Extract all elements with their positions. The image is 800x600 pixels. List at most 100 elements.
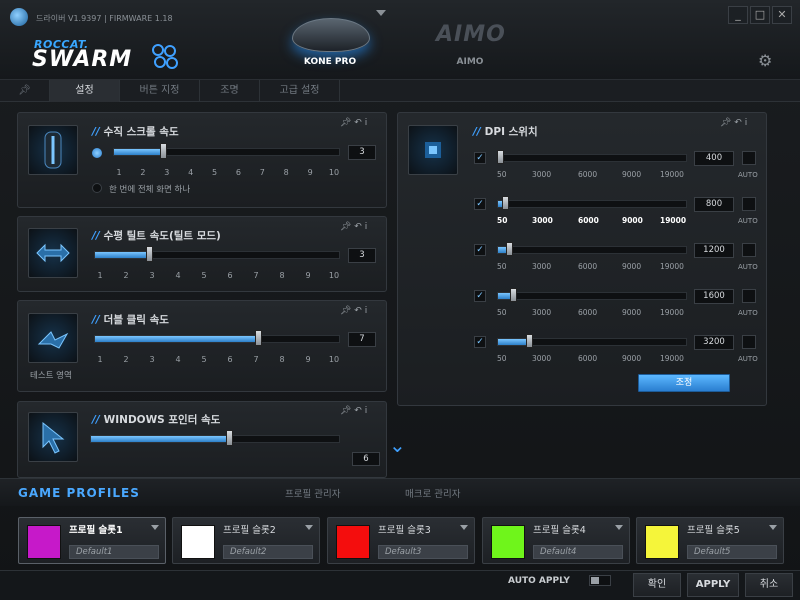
slider-handle[interactable] [497, 150, 505, 164]
auto-label: AUTO [738, 263, 758, 271]
slider-handle[interactable] [505, 242, 513, 256]
dpi-checkbox[interactable]: ✓ [474, 152, 486, 164]
dropdown-arrow-icon[interactable] [460, 525, 468, 530]
dpi-color-square[interactable] [742, 197, 756, 211]
profile-slot[interactable]: 프로필 슬롯2 Default2 [172, 517, 320, 564]
cancel-button[interactable]: 취소 [745, 573, 793, 597]
tab-profile-manager[interactable]: 프로필 관리자 [285, 486, 340, 500]
htilt-slider[interactable] [94, 251, 340, 259]
dpi-checkbox[interactable]: ✓ [474, 244, 486, 256]
dpi-value[interactable]: 800 [694, 197, 734, 212]
slider-handle[interactable] [525, 334, 533, 348]
slider-handle[interactable] [160, 143, 168, 159]
ok-button[interactable]: 확인 [633, 573, 681, 597]
dropdown-arrow-icon[interactable] [151, 525, 159, 530]
slider-handle[interactable] [145, 246, 153, 262]
tick-label: 3000 [532, 308, 552, 317]
dpi-value[interactable]: 1600 [694, 289, 734, 304]
profile-slot[interactable]: 프로필 슬롯1 Default1 [18, 517, 166, 564]
profile-slot[interactable]: 프로필 슬롯5 Default5 [636, 517, 784, 564]
dpi-color-square[interactable] [742, 289, 756, 303]
tab-pin[interactable]: 📌︎ [0, 80, 50, 102]
panel-tools[interactable]: 📌︎ ↶ i [340, 118, 367, 128]
adjust-button[interactable]: 조정 [638, 374, 730, 392]
profile-default-field[interactable]: Default4 [533, 545, 623, 559]
panel-tools[interactable]: 📌︎ ↶ i [340, 222, 367, 232]
dpi-checkbox[interactable]: ✓ [474, 336, 486, 348]
profile-default-field[interactable]: Default5 [687, 545, 777, 559]
slider-fill [95, 252, 150, 258]
maximize-button[interactable]: □ [750, 6, 770, 24]
panel-tools[interactable]: 📌︎ ↶ i [720, 118, 747, 128]
minimize-button[interactable]: _ [728, 6, 748, 24]
brand-swarm: SWARM [32, 47, 133, 72]
dblclick-value[interactable]: 7 [348, 332, 376, 347]
dropdown-arrow-icon[interactable] [615, 525, 623, 530]
device-aimo[interactable]: AIMO AIMO [430, 22, 510, 72]
dpi-slider[interactable] [497, 200, 687, 208]
tick-label: 9000 [622, 354, 642, 363]
slider-fill [498, 339, 530, 345]
tab-macro-manager[interactable]: 매크로 관리자 [405, 486, 460, 500]
slider-handle[interactable] [501, 196, 509, 210]
pin-icon: 📌︎ [18, 85, 31, 96]
profile-default-field[interactable]: Default3 [378, 545, 468, 559]
dropdown-arrow-icon[interactable] [305, 525, 313, 530]
profile-slot[interactable]: 프로필 슬롯4 Default4 [482, 517, 630, 564]
panel-title: //수직 스크롤 속도 [92, 126, 179, 138]
dpi-color-square[interactable] [742, 151, 756, 165]
dpi-sensor-icon [408, 125, 458, 175]
close-button[interactable]: ✕ [772, 6, 792, 24]
pointer-slider[interactable] [90, 435, 340, 443]
dblclick-slider[interactable] [94, 335, 340, 343]
apply-button[interactable]: APPLY [687, 573, 739, 597]
dpi-slider[interactable] [497, 246, 687, 254]
tick-label: 3000 [532, 216, 553, 225]
tab-lighting[interactable]: 조명 [200, 80, 260, 102]
dpi-value[interactable]: 400 [694, 151, 734, 166]
slider-handle[interactable] [509, 288, 517, 302]
radio-speed[interactable] [92, 148, 102, 158]
slider-handle[interactable] [255, 330, 262, 346]
panel-title: //수평 틸트 속도(틸트 모드) [92, 230, 221, 242]
vscroll-slider[interactable] [113, 148, 340, 156]
app-window: 드라이버 V1.9397 | FIRMWARE 1.18 ROCCAT. SWA… [0, 0, 800, 600]
chevron-down-icon[interactable]: ⌄ [389, 433, 406, 457]
tick-label: 19000 [660, 170, 684, 179]
tick-label: 50 [497, 170, 507, 179]
dpi-color-square[interactable] [742, 243, 756, 257]
auto-apply-label: AUTO APPLY [508, 576, 570, 586]
tab-advanced[interactable]: 고급 설정 [260, 80, 340, 102]
panel-tools[interactable]: 📌︎ ↶ i [340, 306, 367, 316]
dpi-value[interactable]: 3200 [694, 335, 734, 350]
panel-tools[interactable]: 📌︎ ↶ i [340, 406, 367, 416]
pointer-value[interactable]: 6 [352, 452, 380, 466]
test-area-label: 테스트 영역 [30, 371, 72, 381]
profile-slot[interactable]: 프로필 슬롯3 Default3 [327, 517, 475, 564]
dpi-value[interactable]: 1200 [694, 243, 734, 258]
radio-full-screen[interactable] [92, 183, 102, 193]
test-area-icon[interactable] [28, 313, 78, 363]
device-kone-pro[interactable]: KONE PRO [280, 10, 380, 75]
dpi-checkbox[interactable]: ✓ [474, 198, 486, 210]
tick-label: 3 [149, 355, 155, 364]
dpi-color-square[interactable] [742, 335, 756, 349]
auto-apply-toggle[interactable] [589, 575, 611, 586]
dpi-checkbox[interactable]: ✓ [474, 290, 486, 302]
swarm-dots-icon [152, 44, 178, 69]
dpi-slider[interactable] [497, 292, 687, 300]
htilt-value[interactable]: 3 [348, 248, 376, 263]
tick-label: 1 [97, 271, 103, 280]
gear-icon[interactable]: ⚙ [758, 51, 772, 70]
aimo-logo: AIMO [436, 22, 506, 47]
tab-settings[interactable]: 설정 [50, 80, 120, 102]
dropdown-arrow-icon[interactable] [769, 525, 777, 530]
tick-label: 1 [116, 168, 122, 177]
dpi-slider[interactable] [497, 154, 687, 162]
profile-default-field[interactable]: Default1 [69, 545, 159, 559]
vscroll-value[interactable]: 3 [348, 145, 376, 160]
profile-default-field[interactable]: Default2 [223, 545, 313, 559]
tick-label: 19000 [660, 216, 687, 225]
slider-handle[interactable] [225, 430, 233, 446]
tab-button-assign[interactable]: 버튼 지정 [120, 80, 200, 102]
